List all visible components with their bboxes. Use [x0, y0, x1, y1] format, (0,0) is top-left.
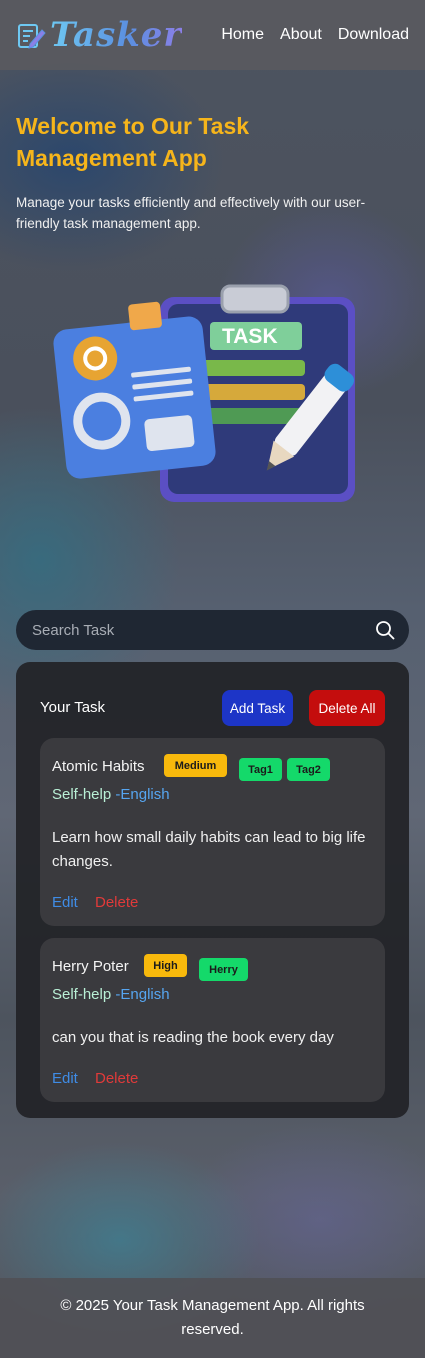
task-title: Herry Poter	[52, 958, 129, 975]
nav-about-link[interactable]: About	[280, 26, 322, 44]
nav-home-link[interactable]: Home	[221, 26, 264, 44]
priority-badge: Medium	[164, 754, 227, 777]
task-description: Learn how small daily habits can lead to…	[52, 829, 366, 870]
hero-title: Welcome to Our Task Management App	[16, 113, 250, 171]
tag-badge: Tag2	[287, 758, 330, 781]
task-category: Self-help -English	[52, 986, 170, 1003]
panel-title: Your Task	[40, 699, 106, 716]
language-label: English	[120, 786, 170, 803]
logo-text: Tasker	[50, 15, 183, 55]
task-category: Self-help -English	[52, 786, 170, 803]
task-clipboard-illustration: TASK	[53, 284, 355, 502]
delete-task-link[interactable]: Delete	[95, 1070, 138, 1087]
edit-task-link[interactable]: Edit	[52, 1070, 78, 1087]
language-label: English	[120, 986, 170, 1003]
delete-all-button[interactable]: Delete All	[309, 690, 385, 726]
search-icon[interactable]	[375, 620, 395, 640]
add-task-button[interactable]: Add Task	[222, 690, 293, 726]
main-nav: Home About Download	[221, 26, 409, 44]
task-description: can you that is reading the book every d…	[52, 1029, 334, 1046]
nav-download-link[interactable]: Download	[338, 26, 409, 44]
search-bar	[16, 610, 409, 650]
top-navbar: Tasker Home About Download	[0, 0, 425, 70]
tag-badge: Herry	[199, 958, 248, 981]
logo[interactable]: Tasker	[16, 15, 182, 55]
category-label: Self-help	[52, 986, 112, 1003]
notepad-pencil-icon	[18, 24, 46, 49]
delete-task-link[interactable]: Delete	[95, 894, 138, 911]
footer-text: © 2025 Your Task Management App. All rig…	[60, 1297, 365, 1338]
category-label: Self-help	[52, 786, 112, 803]
priority-badge: High	[144, 954, 187, 977]
tag-badge: Tag1	[239, 758, 282, 781]
footer: © 2025 Your Task Management App. All rig…	[0, 1278, 425, 1358]
task-panel: Your Task Add Task Delete All Atomic Hab…	[16, 662, 409, 1118]
search-input[interactable]	[32, 621, 375, 639]
task-card: Atomic Habits Medium Tag1 Tag2 Self-help…	[40, 738, 385, 926]
task-title: Atomic Habits	[52, 758, 145, 775]
task-illustration-label: TASK	[222, 325, 278, 348]
task-card: Herry Poter High Herry Self-help -Englis…	[40, 938, 385, 1102]
edit-task-link[interactable]: Edit	[52, 894, 78, 911]
hero-description: Manage your tasks efficiently and effect…	[16, 195, 366, 231]
